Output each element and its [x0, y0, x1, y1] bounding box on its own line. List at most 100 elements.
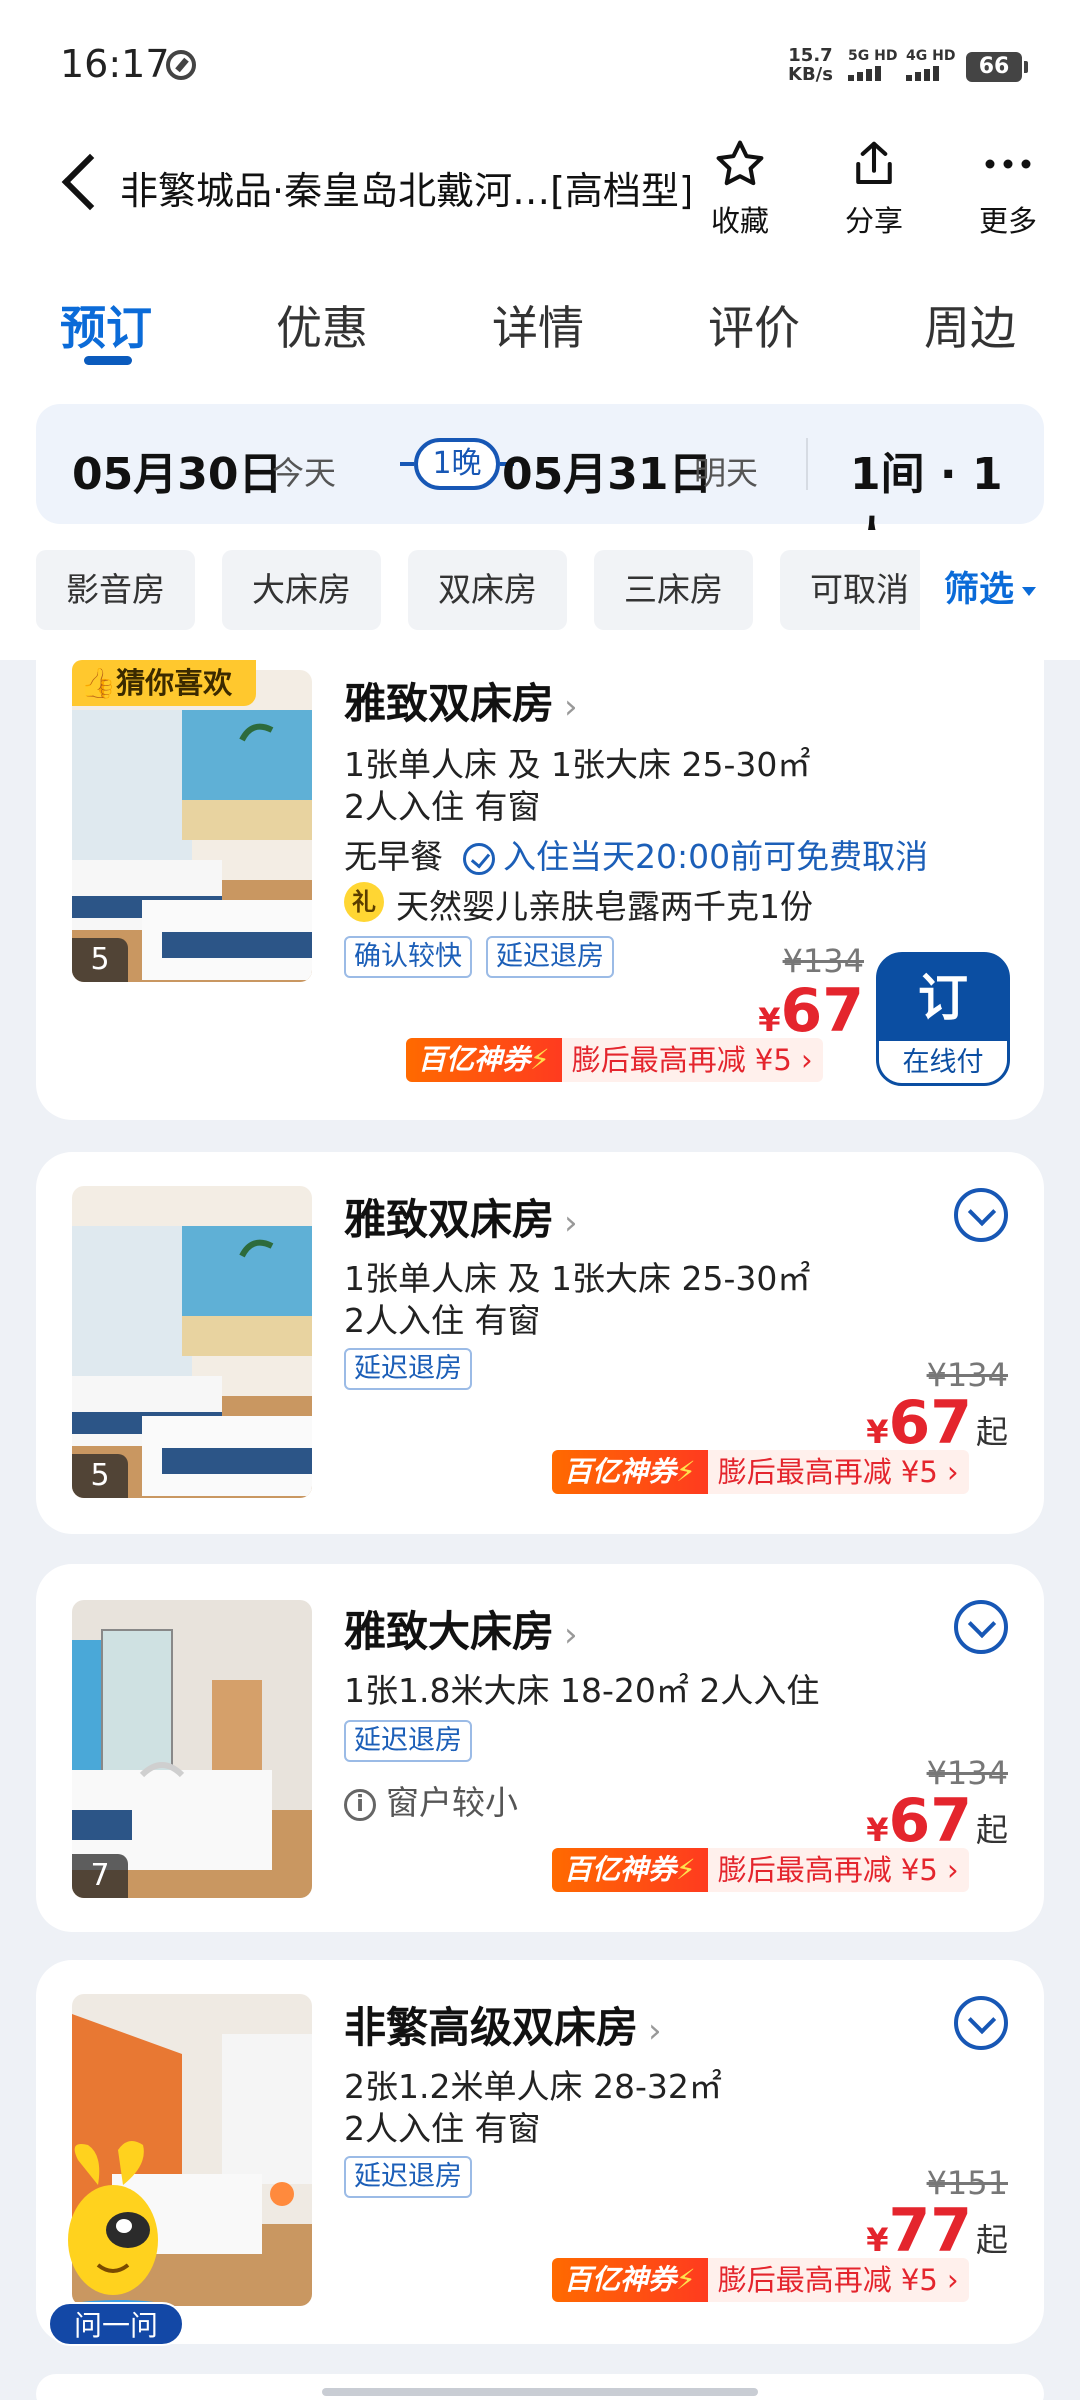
room-card[interactable]: 7 雅致大床房 › 1张1.8米大床 18-20㎡ 2人入住 延迟退房 i 窗户较小… — [36, 1564, 1044, 1932]
twin-room-image — [72, 1186, 312, 1498]
price-value: 67 — [888, 1388, 972, 1458]
more-label: 更多 — [978, 204, 1037, 238]
free-cancel-info: 入住当天20:00前可免费取消 — [463, 837, 928, 876]
tab-details[interactable]: 详情 — [492, 292, 584, 358]
home-indicator[interactable] — [322, 2388, 758, 2396]
bolt-icon: ⚡ — [676, 2263, 696, 2296]
chip-av-room[interactable]: 影音房 — [36, 550, 195, 630]
room-photo[interactable]: 5 — [72, 1186, 312, 1498]
current-price: ¥67 起 — [866, 1388, 1008, 1458]
expand-chevron-icon[interactable] — [954, 1600, 1008, 1654]
nights-connector — [400, 462, 414, 466]
ask-assistant-button[interactable]: 问一问 — [48, 2302, 184, 2346]
favorite-button[interactable]: 收藏 — [690, 134, 790, 240]
chip-cancellable[interactable]: 可取消 — [780, 550, 939, 630]
chip-twin-room[interactable]: 双床房 — [408, 550, 567, 630]
room-occupancy: 2人入住 有窗 — [344, 2109, 541, 2148]
room-name-text: 雅致双床房 — [344, 1195, 555, 1244]
price-value: 67 — [888, 1786, 972, 1856]
sync-icon — [166, 50, 196, 80]
tag-late-checkout: 延迟退房 — [344, 1348, 472, 1390]
top-nav: 非繁城品·秦皇岛北戴河…[高档型] 收藏 分享 更多 — [0, 120, 1080, 260]
chip-king-room[interactable]: 大床房 — [222, 550, 381, 630]
tab-booking[interactable]: 预订 — [60, 292, 152, 358]
coupon-text: 膨后最高再减 ¥5 › — [707, 2258, 969, 2302]
thumbs-up-icon: 👍 — [80, 666, 117, 700]
photo-count: 5 — [72, 1454, 128, 1498]
room-bed-info: 1张单人床 及 1张大床 25-30㎡ — [344, 745, 811, 784]
more-button[interactable]: 更多 — [958, 134, 1058, 240]
checkout-date[interactable]: 05月31日 — [502, 438, 712, 502]
coupon-text: 膨后最高再减 ¥5 › — [707, 1848, 969, 1892]
room-photo[interactable]: 5 — [72, 670, 312, 982]
gift-icon: 礼 — [344, 882, 384, 922]
coupon-banner[interactable]: 百亿神券⚡ 膨后最高再减 ¥5 › — [552, 2258, 969, 2302]
room-photo[interactable]: 7 — [72, 1600, 312, 1898]
room-bed-info: 1张单人床 及 1张大床 25-30㎡ — [344, 1259, 811, 1298]
coupon-banner[interactable]: 百亿神券⚡ 膨后最高再减 ¥5 › — [552, 1848, 969, 1892]
expand-chevron-icon[interactable] — [954, 1996, 1008, 2050]
tag-late-checkout: 延迟退房 — [344, 1720, 472, 1762]
favorite-label: 收藏 — [710, 204, 769, 238]
filter-dropdown-icon — [1022, 586, 1037, 596]
original-price: ¥134 — [782, 942, 864, 980]
date-selector[interactable]: 05月30日 今天 1晚 05月31日 明天 1间 · 1人 — [36, 404, 1044, 564]
coupon-badge: 百亿神券⚡ — [552, 1450, 708, 1494]
share-icon — [824, 134, 924, 194]
photo-count: 5 — [72, 938, 128, 982]
tab-offers[interactable]: 优惠 — [276, 292, 368, 358]
current-price: ¥67 — [758, 976, 864, 1046]
room-card[interactable]: 5 雅致双床房 › 1张单人床 及 1张大床 25-30㎡ 2人入住 有窗 延迟退… — [36, 1152, 1044, 1534]
hotel-title[interactable]: 非繁城品·秦皇岛北戴河…[高档型] — [120, 160, 690, 215]
price-value: 77 — [888, 2196, 972, 2266]
room-note-text: 窗户较小 — [386, 1783, 518, 1822]
recommend-badge: 👍猜你喜欢 — [72, 660, 256, 706]
tag-late-checkout: 延迟退房 — [486, 936, 614, 978]
bolt-icon: ⚡ — [676, 1455, 696, 1488]
more-dots-icon — [958, 134, 1058, 194]
gift-text: 天然婴儿亲肤皂露两千克1份 — [396, 887, 813, 926]
mascot-icon — [58, 2141, 178, 2320]
room-name-text: 雅致大床房 — [344, 1607, 555, 1656]
price-from-suffix: 起 — [975, 1413, 1008, 1451]
section-tabs: 预订 优惠 详情 评价 周边 — [0, 260, 1080, 380]
room-name[interactable]: 雅致双床房 › — [344, 1186, 578, 1247]
coupon-badge: 百亿神券⚡ — [406, 1038, 562, 1082]
tag-fast-confirm: 确认较快 — [344, 936, 472, 978]
tag-late-checkout: 延迟退房 — [344, 2156, 472, 2198]
room-card[interactable]: 👍猜你喜欢 5 雅致双床房 › 1张单人床 及 1张大床 25-30㎡ 2人入住 … — [36, 660, 1044, 1120]
room-card-peek — [36, 2374, 1044, 2400]
room-name[interactable]: 雅致大床房 › — [344, 1598, 578, 1659]
nights-badge: 1晚 — [414, 438, 500, 490]
chip-triple-room[interactable]: 三床房 — [594, 550, 753, 630]
back-arrow-icon[interactable] — [61, 153, 119, 211]
room-name[interactable]: 非繁高级双床房 › — [344, 1994, 662, 2055]
photo-count: 7 — [72, 1854, 128, 1898]
info-icon: i — [344, 1788, 376, 1821]
signal-4g-icon: 4G HD — [906, 48, 955, 81]
checkin-date[interactable]: 05月30日 — [72, 438, 282, 502]
coupon-banner[interactable]: 百亿神券⚡ 膨后最高再减 ¥5 › — [406, 1038, 823, 1082]
recommend-badge-label: 猜你喜欢 — [116, 666, 233, 700]
book-button[interactable]: 订 在线付 — [876, 952, 1010, 1086]
room-name-text: 非繁高级双床房 — [344, 2003, 639, 2052]
signal-5g-label: 5G HD — [848, 48, 898, 64]
breakfast-text: 无早餐 — [344, 837, 443, 876]
tab-nearby[interactable]: 周边 — [924, 292, 1016, 358]
filter-button[interactable]: 筛选 — [920, 550, 1037, 630]
coupon-badge: 百亿神券⚡ — [552, 1848, 708, 1892]
share-button[interactable]: 分享 — [824, 134, 924, 240]
expand-chevron-icon[interactable] — [954, 1188, 1008, 1242]
star-icon — [690, 134, 790, 194]
date-bar-section: 05月30日 今天 1晚 05月31日 明天 1间 · 1人 — [0, 380, 1080, 564]
price-from-suffix: 起 — [975, 2221, 1008, 2259]
coupon-banner[interactable]: 百亿神券⚡ 膨后最高再减 ¥5 › — [552, 1450, 969, 1494]
chevron-right-icon: › — [564, 1615, 578, 1655]
coupon-text: 膨后最高再减 ¥5 › — [561, 1038, 823, 1082]
price-from-suffix: 起 — [975, 1811, 1008, 1849]
room-name[interactable]: 雅致双床房 › — [344, 670, 578, 731]
tab-reviews[interactable]: 评价 — [708, 292, 800, 358]
coupon-badge-label: 百亿神券 — [564, 1853, 677, 1886]
coupon-badge-label: 百亿神券 — [564, 2263, 677, 2296]
filter-chip-bar: 影音房 大床房 双床房 三床房 可取消 筛选 — [0, 530, 1080, 660]
